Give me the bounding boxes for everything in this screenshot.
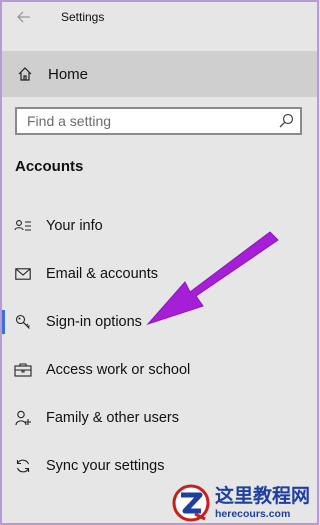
sidebar-nav: Your info Email & accounts Sign-in optio… (2, 202, 317, 490)
key-icon (14, 313, 32, 331)
sidebar-item-family-other-users[interactable]: Family & other users (2, 394, 317, 442)
watermark-text: 这里教程网 (215, 484, 311, 507)
back-arrow-icon (17, 11, 30, 23)
sidebar-item-your-info[interactable]: Your info (2, 202, 317, 250)
search-icon[interactable] (278, 113, 294, 129)
mail-icon (14, 265, 32, 283)
home-icon (16, 65, 34, 83)
sidebar-item-label: Access work or school (46, 362, 191, 378)
sync-icon (14, 457, 32, 475)
person-add-icon (14, 409, 32, 427)
sidebar-item-label: Sync your settings (46, 458, 165, 474)
person-card-icon (14, 217, 32, 235)
home-label: Home (48, 65, 89, 83)
search-box[interactable] (15, 107, 302, 135)
section-title: Accounts (15, 158, 84, 175)
home-button[interactable]: Home (2, 51, 317, 97)
sidebar-item-email-accounts[interactable]: Email & accounts (2, 250, 317, 298)
sidebar-item-label: Email & accounts (46, 266, 159, 282)
sidebar-item-label: Sign-in options (46, 314, 142, 330)
watermark-url: herecours.com (215, 507, 291, 520)
sidebar-item-label: Your info (46, 218, 103, 234)
watermark-logo-icon (172, 484, 210, 522)
search-input[interactable] (17, 113, 267, 129)
watermark: 这里教程网 herecours.com (171, 482, 318, 524)
back-button[interactable] (12, 6, 36, 28)
sidebar-item-access-work-school[interactable]: Access work or school (2, 346, 317, 394)
title-bar: Settings (0, 0, 319, 36)
briefcase-icon (14, 361, 32, 379)
window-title: Settings (61, 10, 105, 24)
sidebar-item-label: Family & other users (46, 410, 179, 426)
sidebar-item-sign-in-options[interactable]: Sign-in options (2, 298, 317, 346)
